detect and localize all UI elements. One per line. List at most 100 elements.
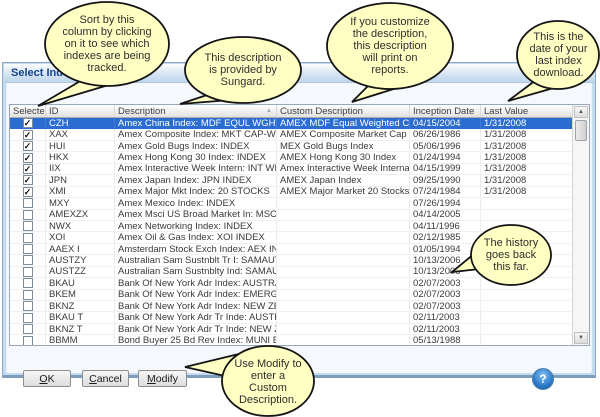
- row-description: Amsterdam Stock Exch Index: AEX INDEX: [115, 244, 277, 254]
- table-body: ✓CZHAmex China Index: MDF EQUL WGHTDAMEX…: [10, 118, 589, 346]
- vertical-scrollbar[interactable]: ▲ ▼: [572, 105, 589, 345]
- help-icon[interactable]: ?: [532, 368, 554, 390]
- table-row[interactable]: ✓CZHAmex China Index: MDF EQUL WGHTDAMEX…: [10, 118, 589, 129]
- checkbox-unchecked-icon[interactable]: [23, 267, 33, 277]
- checkbox-unchecked-icon[interactable]: [23, 255, 33, 265]
- scroll-up-icon[interactable]: ▲: [574, 106, 588, 118]
- row-description: Amex Mexico Index: INDEX: [115, 198, 277, 208]
- row-id: AUSTZY: [46, 255, 115, 265]
- row-last-value: [481, 278, 574, 288]
- row-description: Amex Gold Bugs Index: INDEX: [115, 141, 277, 151]
- row-inception-date: 06/26/1986: [410, 129, 481, 139]
- row-custom-description: AMEX MDF Equal Weighted China Index: [277, 118, 410, 128]
- row-checkbox-cell: ✓: [10, 129, 46, 139]
- checkbox-unchecked-icon[interactable]: [23, 301, 33, 311]
- row-last-value: 1/31/2008: [481, 118, 574, 128]
- modify-button[interactable]: Modify: [138, 370, 187, 387]
- row-description: Bank Of New York Adr Index: AUSTRALIA: [115, 278, 277, 288]
- checkbox-checked-icon[interactable]: ✓: [23, 118, 33, 128]
- checkbox-unchecked-icon[interactable]: [23, 290, 33, 300]
- checkbox-checked-icon[interactable]: ✓: [23, 141, 33, 151]
- column-header-inception-date[interactable]: Inception Date: [410, 105, 481, 117]
- row-inception-date: 04/15/2004: [410, 118, 481, 128]
- row-last-value: [481, 301, 574, 311]
- row-description: Amex Major Mkt Index: 20 STOCKS: [115, 187, 277, 197]
- row-inception-date: 04/11/1996: [410, 221, 481, 231]
- table-row[interactable]: ✓HKXAmex Hong Kong 30 Index: INDEXAMEX H…: [10, 152, 589, 163]
- table-row[interactable]: ✓ XMIAmex Major Mkt Index: 20 STOCKSAMEX …: [10, 187, 589, 198]
- row-custom-description: [277, 335, 410, 345]
- column-header-custom-description[interactable]: Custom Description: [277, 105, 410, 117]
- row-checkbox-cell: [10, 221, 46, 231]
- table-row[interactable]: MXYAmex Mexico Index: INDEX07/26/1994: [10, 198, 589, 209]
- row-id: XMI: [46, 187, 115, 197]
- row-last-value: 1/31/2008: [481, 152, 574, 162]
- row-custom-description: [277, 210, 410, 220]
- row-id: BKEM: [46, 290, 115, 300]
- row-id: BBMM: [46, 335, 115, 345]
- checkbox-unchecked-icon[interactable]: [23, 221, 33, 231]
- row-description: Amex Japan Index: JPN INDEX: [115, 175, 277, 185]
- row-inception-date: 10/13/2006: [410, 255, 481, 265]
- row-custom-description: AMEX Hong Kong 30 Index: [277, 152, 410, 162]
- ok-button[interactable]: OK: [23, 370, 71, 387]
- checkbox-unchecked-icon[interactable]: [23, 313, 33, 323]
- checkbox-unchecked-icon[interactable]: [23, 198, 33, 208]
- column-header-description[interactable]: Description ▲: [115, 105, 277, 117]
- table-row[interactable]: BKAU TBank Of New York Adr Tr Inde: AUST…: [10, 312, 589, 323]
- checkbox-checked-icon[interactable]: ✓: [23, 153, 33, 163]
- window-client-area: Selected ID Description ▲ Custom Descrip…: [7, 83, 591, 373]
- row-checkbox-cell: ✓: [10, 187, 46, 197]
- table-header-row: Selected ID Description ▲ Custom Descrip…: [10, 105, 589, 118]
- checkbox-unchecked-icon[interactable]: [23, 278, 33, 288]
- table-row[interactable]: BKNZBank Of New York Adr Index: NEW ZEAL…: [10, 301, 589, 312]
- row-checkbox-cell: [10, 267, 46, 277]
- table-row[interactable]: BBMMBond Buyer 25 Bd Rev Index: MUNI BD …: [10, 335, 589, 346]
- row-last-value: [481, 312, 574, 322]
- checkbox-checked-icon[interactable]: ✓: [23, 187, 33, 197]
- checkbox-unchecked-icon[interactable]: [23, 324, 33, 334]
- row-id: XOI: [46, 232, 115, 242]
- row-custom-description: AMEX Composite Market Cap Weighted: [277, 129, 410, 139]
- table-row[interactable]: BKEMBank Of New York Adr Index: EMERGING…: [10, 290, 589, 301]
- checkbox-checked-icon[interactable]: ✓: [23, 130, 33, 140]
- row-checkbox-cell: ✓: [10, 175, 46, 185]
- table-row[interactable]: BKAUBank Of New York Adr Index: AUSTRALI…: [10, 278, 589, 289]
- row-custom-description: MEX Gold Bugs Index: [277, 141, 410, 151]
- column-header-selected[interactable]: Selected: [10, 105, 46, 117]
- scrollbar-thumb[interactable]: [575, 120, 587, 141]
- row-last-value: [481, 290, 574, 300]
- table-row[interactable]: BKNZ TBank Of New York Adr Tr Inde: NEW …: [10, 324, 589, 335]
- row-id: AAEX I: [46, 244, 115, 254]
- table-row[interactable]: NWXAmex Networking Index: INDEX04/11/199…: [10, 221, 589, 232]
- row-checkbox-cell: ✓: [10, 152, 46, 162]
- table-row[interactable]: ✓IIXAmex Interactive Week Intern: INT WK…: [10, 164, 589, 175]
- callout-text-custom-description: If you customize the description, this d…: [330, 16, 450, 76]
- row-custom-description: [277, 267, 410, 277]
- table-row[interactable]: ✓JPNAmex Japan Index: JPN INDEXAMEX Japa…: [10, 175, 589, 186]
- row-inception-date: 10/13/2006: [410, 267, 481, 277]
- column-header-id[interactable]: ID: [46, 105, 115, 117]
- checkbox-unchecked-icon[interactable]: [23, 233, 33, 243]
- row-description: Bond Buyer 25 Bd Rev Index: MUNI BD AVG …: [115, 335, 277, 345]
- row-id: AUSTZZ: [46, 267, 115, 277]
- table-row[interactable]: ✓HUIAmex Gold Bugs Index: INDEXMEX Gold …: [10, 141, 589, 152]
- table-row[interactable]: AMEXZXAmex Msci US Broad Market In: MSCI…: [10, 210, 589, 221]
- row-custom-description: AMEX Major Market 20 Stocks Index: [277, 187, 410, 197]
- checkbox-unchecked-icon[interactable]: [23, 210, 33, 220]
- checkbox-unchecked-icon[interactable]: [23, 336, 33, 346]
- table-row[interactable]: ✓XAXAmex Composite Index: MKT CAP-WEIGHT…: [10, 129, 589, 140]
- row-custom-description: [277, 255, 410, 265]
- checkbox-unchecked-icon[interactable]: [23, 244, 33, 254]
- scroll-down-icon[interactable]: ▼: [574, 332, 588, 344]
- checkbox-checked-icon[interactable]: ✓: [23, 175, 33, 185]
- row-custom-description: [277, 290, 410, 300]
- row-checkbox-cell: [10, 312, 46, 322]
- cancel-button[interactable]: Cancel: [82, 370, 129, 387]
- row-checkbox-cell: ✓: [10, 141, 46, 151]
- checkbox-checked-icon[interactable]: ✓: [23, 164, 33, 174]
- row-id: NWX: [46, 221, 115, 231]
- row-checkbox-cell: [10, 198, 46, 208]
- column-header-last-value[interactable]: Last Value: [481, 105, 574, 117]
- row-inception-date: 02/11/2003: [410, 312, 481, 322]
